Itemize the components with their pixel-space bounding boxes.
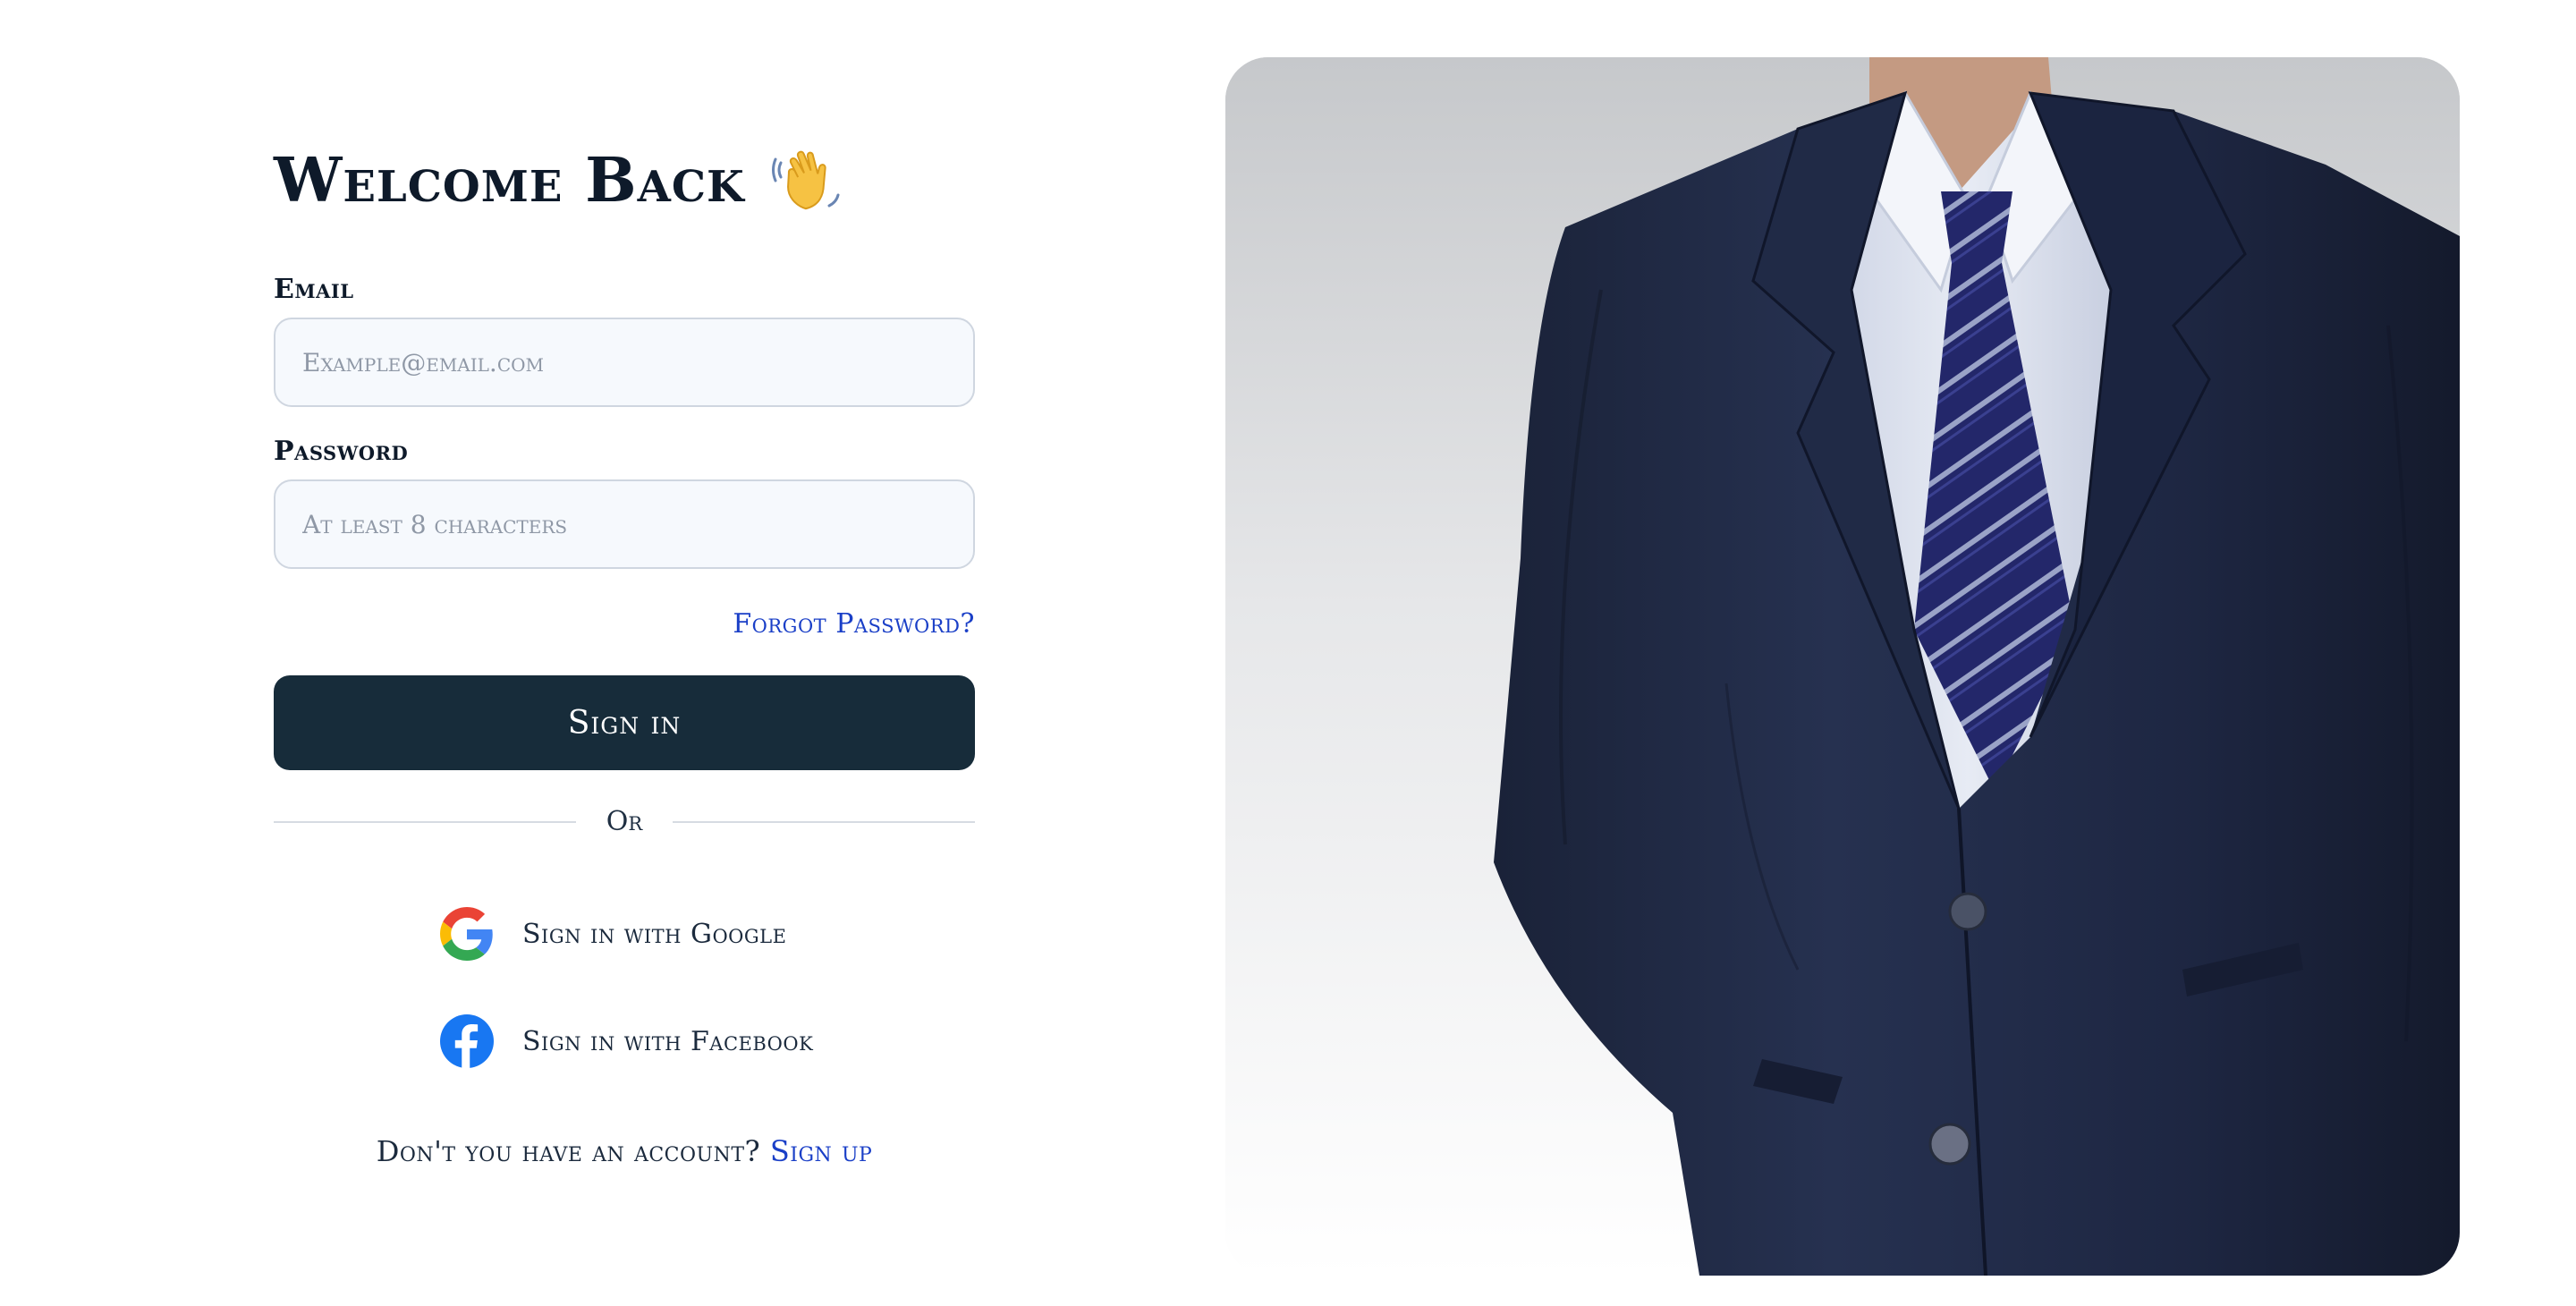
- google-sign-in-button[interactable]: Sign in with Google: [440, 907, 975, 961]
- signup-prompt-row: Don't you have an account? Sign up: [274, 1134, 975, 1168]
- login-form: Welcome Back Email Password Forgot Passw…: [274, 143, 975, 1168]
- sign-in-button[interactable]: Sign in: [274, 675, 975, 770]
- forgot-password-link[interactable]: Forgot Password?: [733, 608, 975, 640]
- facebook-sign-in-button[interactable]: Sign in with Facebook: [440, 1014, 975, 1068]
- sign-up-link[interactable]: Sign up: [770, 1134, 872, 1168]
- password-label: Password: [274, 436, 409, 467]
- page-title: Welcome Back: [274, 143, 975, 218]
- signup-prompt: Don't you have an account?: [376, 1134, 761, 1168]
- password-field[interactable]: [274, 479, 975, 569]
- waving-hand-icon: [771, 143, 847, 218]
- divider-line-right: [673, 820, 975, 823]
- divider-line-left: [274, 820, 576, 823]
- facebook-sign-in-label: Sign in with Facebook: [522, 1025, 814, 1057]
- email-field[interactable]: [274, 318, 975, 407]
- facebook-logo-icon: [440, 1014, 494, 1068]
- hero-image: [1225, 57, 2460, 1276]
- google-logo-icon: [440, 907, 494, 961]
- email-label: Email: [274, 274, 354, 305]
- divider-text: Or: [606, 806, 643, 837]
- forgot-password-row: Forgot Password?: [274, 608, 975, 640]
- google-sign-in-label: Sign in with Google: [522, 918, 787, 950]
- suit-illustration: [1225, 57, 2460, 1276]
- login-page: Welcome Back Email Password Forgot Passw…: [0, 0, 2576, 1306]
- or-divider: Or: [274, 806, 975, 837]
- page-title-text: Welcome Back: [274, 145, 745, 216]
